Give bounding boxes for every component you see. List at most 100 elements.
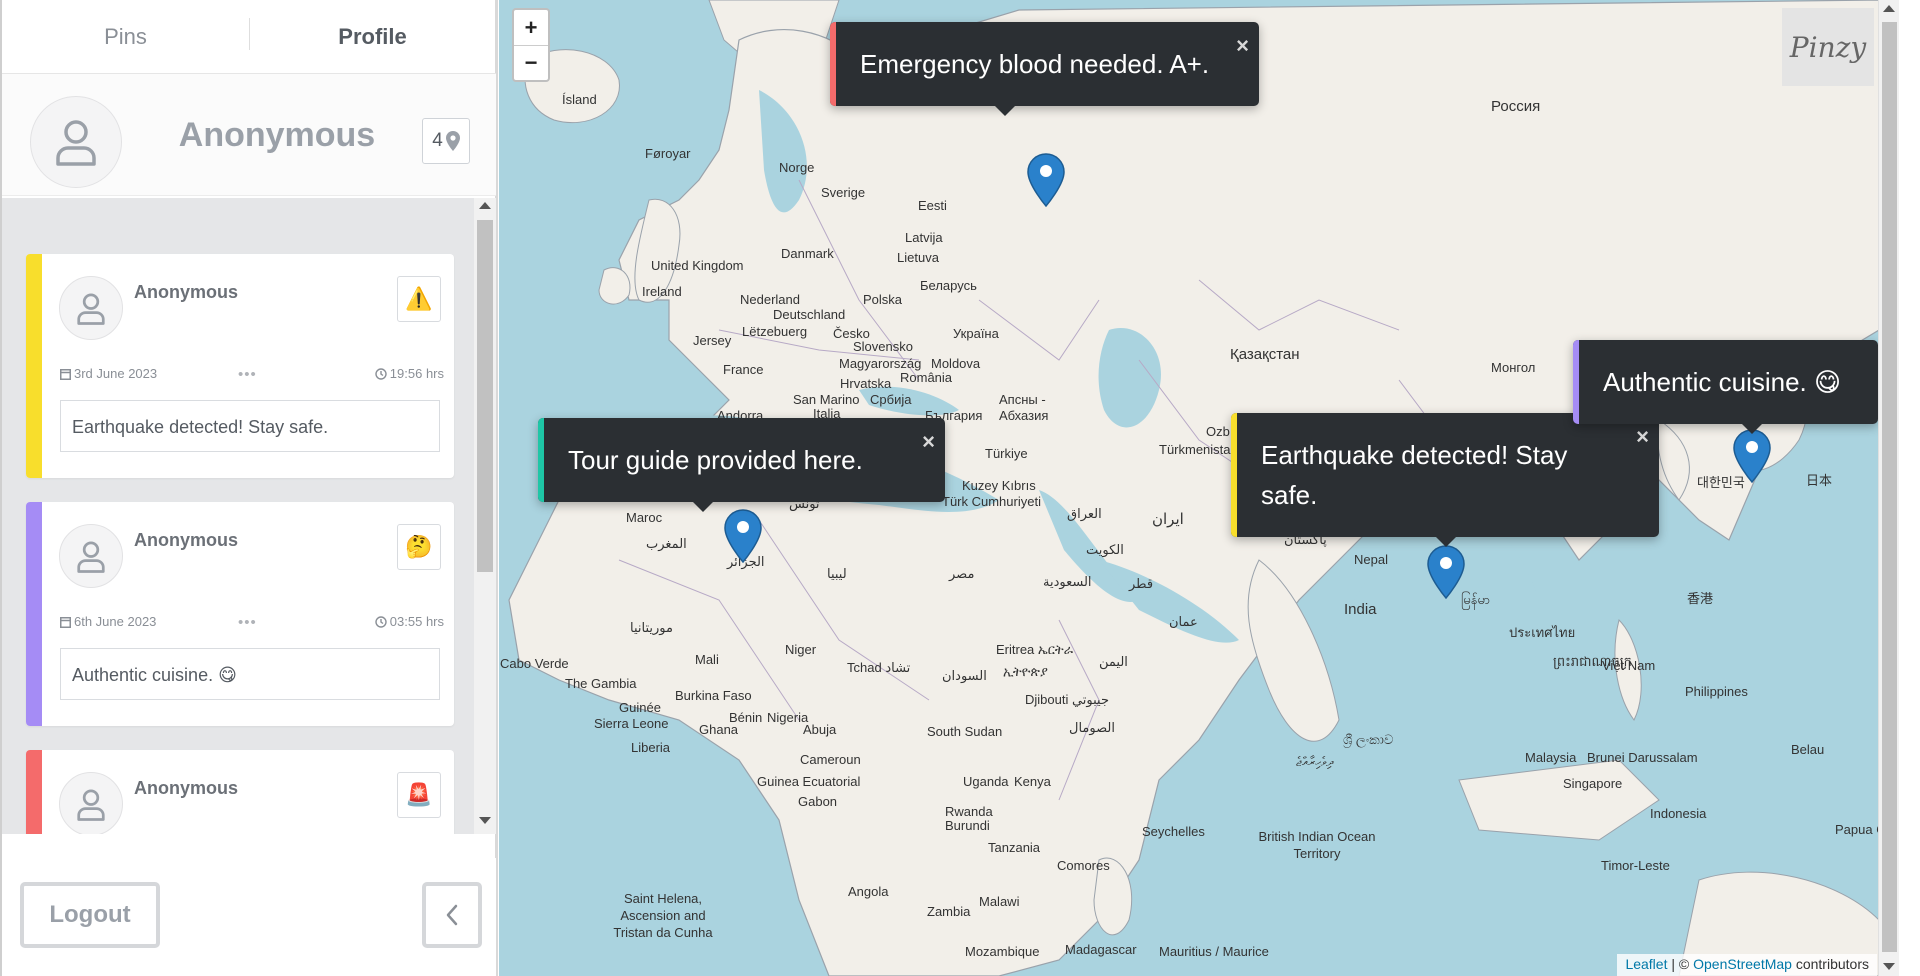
chevron-left-icon [446, 904, 458, 926]
popup-text: Earthquake detected! Stay safe. [1261, 440, 1568, 510]
map-label: Cabo Verde [500, 656, 569, 671]
map-label: Bénin [729, 710, 763, 725]
map-label: Burundi [945, 818, 990, 833]
map-label: Türkmenistan [1159, 442, 1238, 457]
pin-popup[interactable]: Emergency blood needed. A+. × [830, 22, 1259, 116]
pin-card[interactable]: Anonymous 🤔 6th June 2023 ••• 03:55 hrs … [26, 502, 454, 726]
map-label: Abuja [803, 722, 837, 737]
clock-icon [375, 615, 387, 628]
map-label: 香港 [1687, 591, 1714, 606]
map-label: عمان [1169, 614, 1198, 629]
map-pin-icon[interactable] [723, 508, 763, 564]
osm-link[interactable]: OpenStreetMap [1693, 956, 1792, 972]
collapse-sidebar-button[interactable] [422, 882, 482, 948]
more-dots[interactable]: ••• [238, 614, 257, 631]
tab-profile[interactable]: Profile [249, 0, 496, 73]
map-label: Polska [863, 292, 903, 307]
popup-tip [1741, 423, 1763, 434]
map-label: Seychelles [1142, 824, 1205, 839]
map-pin-icon[interactable] [1026, 152, 1066, 208]
map-label: Україна [953, 326, 999, 341]
logout-button[interactable]: Logout [20, 882, 160, 948]
map-label: الصومال [1069, 720, 1115, 735]
map-pin-icon[interactable] [1426, 544, 1466, 600]
app-logo[interactable]: Pinzy [1782, 8, 1874, 86]
map-label: ព្រះរាជាណាចក្រ [1553, 654, 1632, 669]
pin-card[interactable]: Anonymous 🚨 [26, 750, 454, 834]
popup-text: Emergency blood needed. A+. [860, 49, 1210, 79]
zoom-in-button[interactable]: + [514, 10, 548, 45]
map-label: Tchad تشاد [847, 660, 911, 675]
map-label: Монгол [1491, 360, 1536, 375]
map-label: Mauritius / Maurice [1159, 944, 1269, 959]
scroll-thumb[interactable] [477, 220, 493, 572]
scroll-up-arrow[interactable] [1883, 5, 1895, 12]
map-pin-icon[interactable] [1732, 428, 1772, 484]
map-label: ශ්‍රී ලංකාව [1343, 732, 1394, 747]
zoom-out-button[interactable]: − [514, 45, 548, 80]
card-date-text: 3rd June 2023 [74, 366, 158, 381]
card-avatar [59, 524, 123, 588]
card-author: Anonymous [134, 282, 239, 302]
map-label: Maroc [626, 510, 663, 525]
user-icon [77, 789, 105, 821]
map-label: Guinea Ecuatorial [757, 774, 861, 789]
map-label: Nigeria [767, 710, 809, 725]
popup-stripe [1573, 340, 1579, 424]
tab-pins[interactable]: Pins [2, 0, 249, 73]
close-icon[interactable]: × [1236, 26, 1249, 66]
avatar [30, 96, 122, 188]
map-label: Comores [1057, 858, 1110, 873]
profile-header: Anonymous 4 [2, 74, 496, 196]
scroll-down-arrow[interactable] [479, 817, 491, 824]
map-label: مصر [949, 566, 975, 581]
map-label: Lëtzebuerg [742, 324, 808, 339]
page-scrollbar[interactable] [1878, 0, 1899, 976]
attribution-separator: | © [1667, 956, 1694, 972]
map-label: Беларусь [920, 278, 977, 293]
card-author: Anonymous [134, 778, 239, 798]
sidebar-tabs: Pins Profile [2, 0, 496, 74]
map-label: Singapore [1563, 776, 1623, 791]
map-view[interactable]: Ísland Føroyar Norge Sverige Eesti Latvi… [499, 0, 1899, 976]
pin-popup[interactable]: Earthquake detected! Stay safe. × [1231, 413, 1659, 547]
pin-popup[interactable]: Authentic cuisine. 😋 [1573, 340, 1878, 434]
map-label: قطر [1129, 576, 1154, 591]
feed-scrollbar[interactable] [474, 198, 496, 834]
popup-tip [1435, 536, 1457, 547]
map-label: Deutschland [773, 307, 846, 322]
popup-text: Authentic cuisine. 😋 [1603, 367, 1842, 397]
scroll-down-arrow[interactable] [1883, 963, 1895, 970]
leaflet-link[interactable]: Leaflet [1625, 956, 1667, 972]
map-label: Апсны - Абхазия [999, 392, 1049, 423]
map-label: Lietuva [897, 250, 939, 265]
map-label: Eritrea ኤርትራ [996, 642, 1074, 657]
map-label: România [900, 370, 953, 385]
pin-card[interactable]: Anonymous ⚠️ 3rd June 2023 ••• 19:56 hrs… [26, 254, 454, 478]
card-time-text: 19:56 hrs [389, 366, 444, 381]
map-label: Россия [1491, 98, 1541, 115]
map-label: 日本 [1806, 473, 1833, 488]
close-icon[interactable]: × [922, 422, 935, 462]
siren-icon[interactable]: 🚨 [397, 772, 441, 818]
more-dots[interactable]: ••• [238, 366, 257, 383]
scroll-up-arrow[interactable] [479, 202, 491, 209]
map-label: Madagascar [1065, 942, 1137, 957]
thinking-face-icon[interactable]: 🤔 [397, 524, 441, 570]
map-label: Malaysia [1525, 750, 1577, 765]
map-label: Slovensko [853, 339, 913, 354]
map-label: ประเทศไทย [1509, 625, 1576, 640]
pin-count-badge[interactable]: 4 [422, 118, 470, 164]
warning-icon[interactable]: ⚠️ [397, 276, 441, 322]
map-label: South Sudan [927, 724, 1003, 739]
map-label: Mozambique [965, 944, 1040, 959]
scroll-thumb[interactable] [1882, 22, 1897, 952]
pin-popup[interactable]: Tour guide provided here. × [538, 418, 945, 512]
card-message: Earthquake detected! Stay safe. [60, 400, 440, 452]
map-label: Türk Cumhuriyeti [942, 494, 1041, 509]
clock-icon [375, 367, 387, 380]
map-label: Uganda [963, 774, 1009, 789]
map-label: Magyarország [839, 356, 922, 371]
user-icon [77, 293, 105, 325]
card-avatar [59, 276, 123, 340]
